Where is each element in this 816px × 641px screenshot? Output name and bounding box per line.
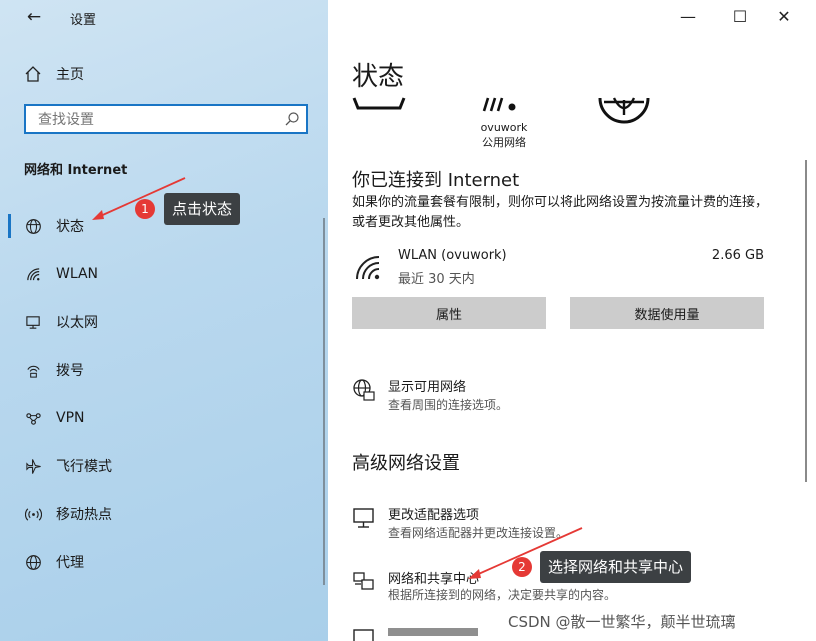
next-option-icon[interactable] [352,628,376,641]
sharing-center-link[interactable]: 网络和共享中心 [388,568,479,587]
settings-window: ← 设置 主页 网络和 Internet 状态 [0,0,816,641]
sidebar: ← 设置 主页 网络和 Internet 状态 [0,0,328,641]
sidebar-item-label: WLAN [56,266,99,282]
airplane-icon [24,457,42,475]
search-icon[interactable] [284,111,300,127]
sidebar-item-label: 移动热点 [56,507,112,523]
show-networks-link[interactable]: 显示可用网络 [388,376,466,395]
show-networks-desc: 查看周围的连接选项。 [388,398,509,412]
adapter-options-desc: 查看网络适配器并更改连接设置。 [388,526,569,540]
computer-icon [352,97,406,110]
proxy-globe-icon [24,553,42,571]
app-title: 设置 [70,13,97,28]
wifi-icon [24,265,42,283]
home-icon [25,66,41,82]
network-label: ovuwork 公用网络 [476,120,532,150]
sidebar-item-proxy[interactable]: 代理 [0,538,320,586]
sidebar-item-label: 代理 [56,555,84,571]
main-pane: — ☐ ✕ 状态 ovuwork 公用网络 你已连接到 Internet 如果你 [328,0,816,641]
adapter-options-link[interactable]: 更改适配器选项 [388,504,479,523]
search-input[interactable] [36,110,280,130]
sidebar-item-vpn[interactable]: VPN [0,394,320,442]
back-button[interactable]: ← [22,6,46,30]
internet-globe-icon [598,97,650,124]
ethernet-icon [24,313,42,331]
page-title: 状态 [352,62,405,92]
sharing-center-desc: 根据所连接到的网络，决定要共享的内容。 [388,588,617,602]
sidebar-nav: 状态 WLAN 以太网 拨号 VPN 飞行模式 移动热点 代理 [0,202,320,586]
close-button[interactable]: ✕ [770,4,798,32]
annotation-callout-2: 选择网络和共享中心 [540,551,692,583]
home-label: 主页 [56,67,84,83]
sidebar-item-label: 状态 [56,219,84,235]
maximize-button[interactable]: ☐ [726,4,754,32]
next-option-partial-title[interactable] [388,628,478,636]
sidebar-item-status[interactable]: 状态 [0,202,320,250]
network-diagram [352,97,650,124]
data-usage-button[interactable]: 数据使用量 [570,297,764,329]
sidebar-home[interactable]: 主页 [24,62,84,86]
sidebar-item-wlan[interactable]: WLAN [0,250,320,298]
sidebar-item-label: 以太网 [56,315,98,331]
network-name: ovuwork [480,121,528,134]
sidebar-item-label: 拨号 [56,363,84,379]
globe-icon [24,217,42,235]
sidebar-item-ethernet[interactable]: 以太网 [0,298,320,346]
connected-heading: 你已连接到 Internet [352,170,520,191]
sidebar-item-airplane[interactable]: 飞行模式 [0,442,320,490]
main-scrollbar[interactable] [805,160,807,482]
connected-description: 如果你的流量套餐有限制，则你可以将此网络设置为按流量计费的连接，或者更改其他属性… [352,195,769,230]
show-networks-icon[interactable] [352,378,376,402]
connection-period: 最近 30 天内 [398,272,475,287]
section-title: 网络和 Internet [24,163,128,178]
sidebar-item-label: VPN [56,410,85,426]
hotspot-icon [24,505,42,523]
wlan-connection-icon [356,256,380,280]
search-box[interactable] [24,104,308,134]
dialup-icon [24,361,42,379]
annotation-badge-1: 1 [135,199,155,219]
sidebar-item-dialup[interactable]: 拨号 [0,346,320,394]
advanced-heading: 高级网络设置 [352,453,460,474]
vpn-icon [24,409,42,427]
sidebar-scrollbar[interactable] [323,218,325,585]
network-type: 公用网络 [482,136,526,149]
properties-button[interactable]: 属性 [352,297,546,329]
sidebar-item-label: 飞行模式 [56,459,112,475]
wifi-icon [482,97,516,112]
sharing-center-icon[interactable] [352,569,376,593]
adapter-icon[interactable] [352,506,376,530]
annotation-badge-2: 2 [512,557,532,577]
connection-usage: 2.66 GB [711,248,764,263]
annotation-callout-1: 点击状态 [164,193,241,225]
sidebar-item-hotspot[interactable]: 移动热点 [0,490,320,538]
csdn-watermark: CSDN @散一世繁华，颠半世琉璃 [508,613,736,631]
connection-name: WLAN (ovuwork) [398,248,507,263]
minimize-button[interactable]: — [674,4,702,32]
